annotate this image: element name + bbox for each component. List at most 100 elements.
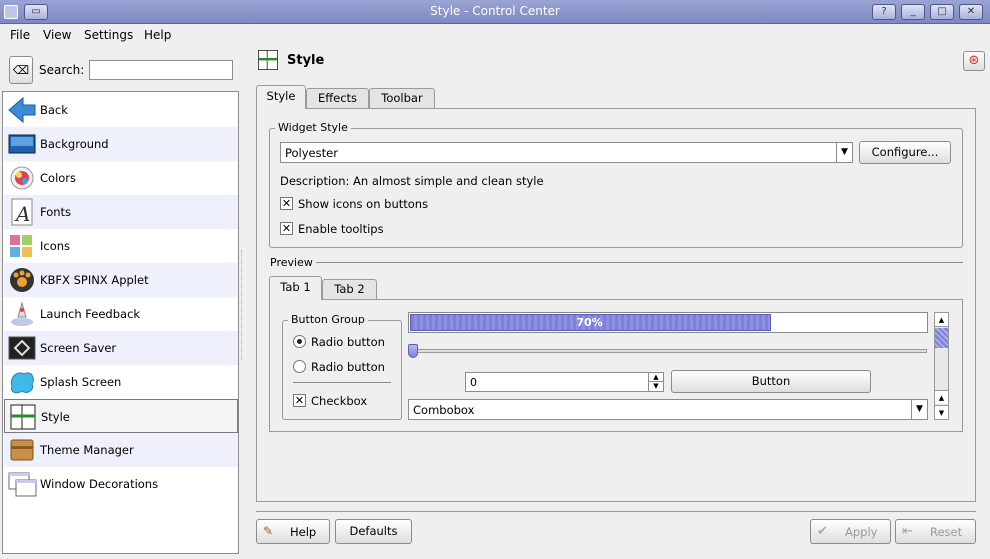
chevron-down-icon[interactable]: ▼: [911, 400, 927, 419]
radio-button-1-label[interactable]: Radio button: [311, 335, 385, 349]
preview-label: Preview: [270, 256, 313, 269]
widget-style-combobox[interactable]: Polyester ▼: [280, 142, 853, 163]
fonts-icon: A: [11, 198, 33, 226]
menu-view[interactable]: View: [43, 28, 71, 42]
reset-button-label: Reset: [930, 525, 963, 539]
reset-button[interactable]: ⇤ Reset: [895, 519, 976, 544]
back-arrow-icon: [8, 96, 36, 124]
show-icons-checkbox[interactable]: ✕: [280, 197, 293, 210]
sidebar-item-label: Background: [40, 137, 109, 151]
sidebar-item-label: Fonts: [40, 205, 72, 219]
tab-effects[interactable]: Effects: [306, 88, 369, 109]
spin-down-icon[interactable]: ▼: [648, 382, 663, 391]
radio-button-2-label[interactable]: Radio button: [311, 360, 385, 374]
spin-box[interactable]: 0 ▲ ▼: [465, 372, 664, 392]
splash-screen-icon: [10, 372, 34, 394]
defaults-button[interactable]: Defaults: [335, 519, 412, 544]
splitter-handle[interactable]: [241, 250, 243, 360]
sidebar-item-icons[interactable]: Icons: [4, 229, 238, 263]
sidebar-item-colors[interactable]: Colors: [4, 161, 238, 195]
menu-settings[interactable]: Settings: [84, 28, 133, 42]
window-decorations-icon: [8, 472, 37, 497]
background-icon: [8, 134, 36, 154]
help-icon[interactable]: ?: [872, 4, 896, 20]
undo-icon: ⇤: [902, 524, 913, 539]
window-title: Style - Control Center: [430, 4, 560, 18]
lifebuoy-help-icon[interactable]: ⊛: [963, 51, 985, 71]
menu-file[interactable]: File: [10, 28, 30, 42]
preview-combobox[interactable]: Combobox ▼: [408, 399, 928, 420]
sidebar-item-label: Splash Screen: [40, 375, 122, 389]
combobox-value: Combobox: [413, 403, 475, 417]
tab-label: Style: [266, 89, 296, 103]
sidebar-item-label: KBFX SPINX Applet: [40, 273, 149, 287]
sidebar-item-style[interactable]: Style: [4, 399, 238, 433]
preview-checkbox[interactable]: ✕: [293, 394, 306, 407]
configure-button[interactable]: Configure...: [859, 141, 951, 164]
minimize-icon[interactable]: _: [901, 4, 925, 20]
sidebar-item-label: Back: [40, 103, 68, 117]
button-group-label: Button Group: [288, 313, 368, 326]
launch-feedback-icon: [11, 301, 33, 326]
slider-handle[interactable]: [408, 344, 418, 358]
preview-scrollbar[interactable]: ▲ ▲ ▼: [934, 312, 949, 420]
preview-checkbox-label[interactable]: Checkbox: [311, 394, 367, 408]
apply-button[interactable]: ✔ Apply: [810, 519, 891, 544]
colors-icon: [10, 166, 34, 190]
bottom-divider: [256, 511, 976, 512]
sidebar-item-splash-screen[interactable]: Splash Screen: [4, 365, 238, 399]
preview-tab-2[interactable]: Tab 2: [322, 279, 377, 300]
close-icon[interactable]: ✕: [959, 4, 983, 20]
sidebar-item-window-decorations[interactable]: Window Decorations: [4, 467, 238, 501]
enable-tooltips-checkbox[interactable]: ✕: [280, 222, 293, 235]
help-button[interactable]: ✎ Help: [256, 519, 330, 544]
sidebar-item-label: Theme Manager: [40, 443, 134, 457]
search-input[interactable]: [89, 60, 233, 80]
spin-value: 0: [470, 376, 477, 389]
search-label: Search:: [39, 63, 85, 77]
help-button-label: Help: [290, 525, 317, 539]
sidebar-item-kbfx[interactable]: KBFX SPINX Applet: [4, 263, 238, 297]
page-title: Style: [287, 53, 325, 68]
sidebar-item-fonts[interactable]: A Fonts: [4, 195, 238, 229]
chevron-down-icon[interactable]: ▼: [836, 143, 852, 162]
tab-toolbar[interactable]: Toolbar: [369, 88, 435, 109]
scroll-down-icon[interactable]: ▼: [935, 405, 948, 419]
sidebar-item-theme-manager[interactable]: Theme Manager: [4, 433, 238, 467]
sidebar-item-back[interactable]: Back: [4, 93, 238, 127]
check-icon: ✔: [817, 524, 828, 539]
screen-saver-icon: [8, 336, 36, 360]
svg-text:A: A: [14, 202, 30, 226]
sidebar-item-launch-feedback[interactable]: Launch Feedback: [4, 297, 238, 331]
progress-text: 70%: [576, 316, 603, 329]
sidebar-item-label: Icons: [40, 239, 71, 253]
spin-up-icon[interactable]: ▲: [648, 373, 663, 382]
radio-button-1[interactable]: [293, 335, 306, 348]
style-header-icon: [258, 50, 278, 70]
sidebar-item-label: Launch Feedback: [40, 307, 141, 321]
menu-help[interactable]: Help: [144, 28, 171, 42]
tab-label: Toolbar: [381, 91, 423, 105]
maximize-icon[interactable]: □: [930, 4, 954, 20]
tab-label: Tab 1: [280, 280, 311, 294]
style-description: Description: An almost simple and clean …: [280, 174, 544, 188]
tab-label: Effects: [317, 91, 358, 105]
preview-button[interactable]: Button: [671, 370, 871, 393]
clear-search-icon[interactable]: ⌫: [9, 56, 33, 84]
kbfx-icon: [10, 268, 34, 292]
scroll-thumb[interactable]: [935, 328, 948, 348]
radio-button-2[interactable]: [293, 360, 306, 373]
theme-manager-icon: [10, 439, 34, 461]
sidebar-item-background[interactable]: Background: [4, 127, 238, 161]
module-list: Back Background Colors A Fonts Icons KBF…: [2, 91, 239, 554]
tab-label: Tab 2: [334, 282, 365, 296]
enable-tooltips-label[interactable]: Enable tooltips: [298, 222, 384, 236]
slider-track[interactable]: [412, 349, 927, 353]
scroll-up-icon[interactable]: ▲: [935, 313, 948, 327]
tab-style[interactable]: Style: [256, 85, 306, 109]
scroll-up-icon-2[interactable]: ▲: [935, 390, 948, 404]
preview-tab-1[interactable]: Tab 1: [269, 276, 322, 300]
show-icons-label[interactable]: Show icons on buttons: [298, 197, 428, 211]
preview-divider: [316, 262, 963, 263]
sidebar-item-screen-saver[interactable]: Screen Saver: [4, 331, 238, 365]
